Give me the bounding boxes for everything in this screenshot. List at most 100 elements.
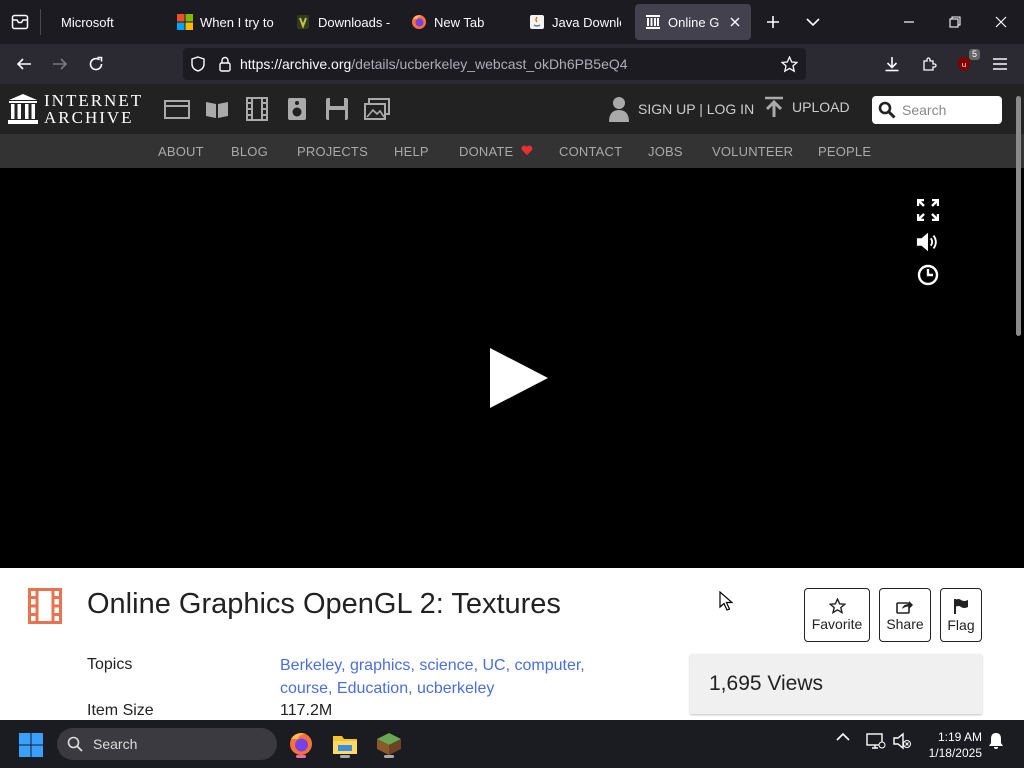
taskbar-firefox[interactable] (283, 728, 319, 760)
start-button[interactable] (18, 732, 44, 763)
minimize-icon (904, 21, 914, 23)
show-hidden-icons-button[interactable] (836, 732, 850, 742)
close-window-button[interactable] (978, 0, 1024, 44)
bookmark-star-icon[interactable] (781, 56, 798, 73)
sign-up-login-link[interactable]: SIGN UP | LOG IN (608, 96, 754, 122)
ublock-origin-button[interactable]: u 5 (946, 48, 982, 80)
minimize-window-button[interactable] (886, 0, 932, 44)
new-tab-button[interactable] (751, 0, 795, 44)
clock-time: 1:19 AM (937, 730, 982, 744)
nav-donate-label: DONATE (459, 144, 514, 159)
close-tab-icon[interactable] (729, 16, 741, 28)
mouse-cursor-icon (719, 590, 734, 616)
firefox-view-button[interactable] (0, 0, 40, 44)
images-icon[interactable] (364, 96, 390, 122)
nav-volunteer[interactable]: VOLUNTEER (712, 144, 793, 159)
nav-jobs[interactable]: JOBS (648, 144, 683, 159)
topic-link[interactable]: science (419, 657, 473, 674)
favorite-button[interactable]: Favorite (804, 588, 870, 642)
play-button[interactable] (488, 346, 550, 415)
archive-building-icon (8, 94, 38, 124)
tab-title: Downloads - E (318, 14, 391, 30)
network-status-button[interactable] (866, 732, 886, 750)
fullscreen-icon[interactable] (916, 198, 940, 222)
page-scrollbar[interactable] (1016, 96, 1021, 336)
topic-link[interactable]: Berkeley (280, 657, 341, 674)
extensions-button[interactable] (911, 48, 947, 80)
taskbar-search-box[interactable]: Search (57, 728, 277, 760)
clock-history-icon[interactable] (916, 263, 940, 287)
back-button[interactable] (6, 48, 42, 80)
search-input[interactable] (902, 102, 998, 118)
notifications-button[interactable] (988, 732, 1004, 750)
taskbar-file-explorer[interactable] (327, 728, 363, 760)
url-host: https://archive.org (240, 56, 352, 72)
firefox-icon (290, 733, 312, 755)
ia-search-box[interactable] (872, 96, 1002, 124)
taskbar-minecraft-launcher[interactable] (371, 728, 407, 760)
upload-link[interactable]: UPLOAD (764, 96, 850, 118)
browser-tab-strip: Microsoft When I try to a Downloads - E … (0, 0, 1024, 44)
lock-icon[interactable] (218, 56, 232, 72)
item-details: Online Graphics OpenGL 2: Textures Favor… (0, 568, 1024, 720)
java-icon (529, 14, 545, 30)
video-player[interactable] (0, 168, 1024, 568)
nav-people[interactable]: PEOPLE (818, 144, 871, 159)
topic-link[interactable]: UC (482, 657, 505, 674)
volume-icon[interactable] (916, 230, 940, 254)
tab-java-download[interactable]: Java Downloa (519, 4, 631, 40)
volume-status-button[interactable] (893, 732, 911, 750)
tab-when-i-try[interactable]: When I try to a (167, 4, 285, 40)
texts-book-icon[interactable] (204, 96, 230, 122)
tracking-protection-shield-icon[interactable] (190, 56, 206, 72)
movie-film-icon (28, 588, 62, 629)
nav-projects[interactable]: PROJECTS (297, 144, 368, 159)
minecraft-icon (295, 14, 311, 30)
tab-title: When I try to a (200, 14, 275, 30)
back-arrow-icon (16, 58, 31, 70)
topic-link[interactable]: course (280, 680, 328, 697)
download-icon (885, 57, 899, 72)
tab-new-tab[interactable]: New Tab (401, 4, 519, 40)
address-bar[interactable]: https://archive.org/details/ucberkeley_w… (183, 48, 806, 80)
reload-button[interactable] (78, 48, 114, 80)
user-icon (609, 97, 629, 122)
flag-icon (954, 598, 968, 614)
svg-text:u: u (962, 61, 966, 69)
tab-title: Online Grap (668, 14, 720, 30)
topic-link[interactable]: ucberkeley (417, 680, 494, 697)
topic-link[interactable]: Education (337, 680, 408, 697)
software-floppy-icon[interactable] (324, 96, 350, 122)
tab-online-graphics[interactable]: Online Grap (635, 4, 751, 40)
tab-downloads[interactable]: Downloads - E (285, 4, 401, 40)
topic-link[interactable]: computer (514, 657, 580, 674)
restore-window-button[interactable] (932, 0, 978, 44)
downloads-button[interactable] (874, 48, 910, 80)
nav-blog[interactable]: BLOG (231, 144, 268, 159)
video-film-icon[interactable] (244, 96, 270, 122)
topics-list: Berkeley, graphics, science, UC, compute… (280, 657, 585, 697)
network-monitor-icon (866, 733, 886, 749)
forward-arrow-icon (53, 58, 68, 70)
topics-label: Topics (87, 656, 133, 673)
nav-help[interactable]: HELP (394, 144, 429, 159)
search-icon (878, 101, 896, 119)
upload-arrow-icon (765, 96, 783, 117)
share-button[interactable]: Share (879, 588, 931, 642)
tab-microsoft[interactable]: Microsoft (47, 4, 163, 40)
nav-contact[interactable]: CONTACT (559, 144, 622, 159)
app-menu-button[interactable] (982, 48, 1018, 80)
taskbar-clock[interactable]: 1:19 AM 1/18/2025 (918, 729, 982, 761)
web-archive-icon[interactable] (164, 96, 190, 122)
archive-icon (645, 14, 661, 30)
url-text: https://archive.org/details/ucberkeley_w… (240, 56, 628, 72)
forward-button[interactable] (42, 48, 78, 80)
list-all-tabs-button[interactable] (795, 0, 831, 44)
nav-donate[interactable]: DONATE (459, 144, 533, 159)
audio-speaker-icon[interactable] (284, 96, 310, 122)
nav-about[interactable]: ABOUT (158, 144, 204, 159)
topic-link[interactable]: graphics (350, 657, 410, 674)
close-icon (995, 16, 1007, 28)
ia-logo[interactable]: INTERNET ARCHIVE (8, 92, 143, 126)
flag-button[interactable]: Flag (940, 588, 982, 642)
